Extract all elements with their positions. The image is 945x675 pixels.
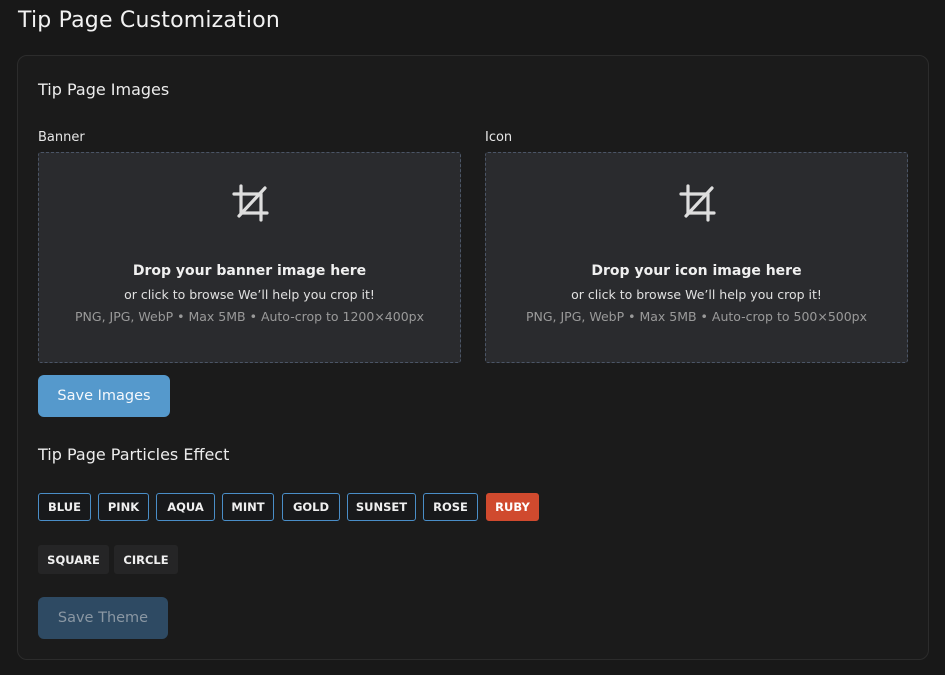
color-chip-mint[interactable]: MINT	[222, 493, 274, 521]
color-chip-aqua[interactable]: AQUA	[156, 493, 215, 521]
save-theme-button[interactable]: Save Theme	[38, 597, 168, 639]
color-chip-sunset[interactable]: SUNSET	[347, 493, 416, 521]
icon-drop-subtitle: or click to browse We’ll help you crop i…	[571, 287, 822, 302]
icon-dropzone[interactable]: Drop your icon image here or click to br…	[485, 152, 908, 363]
color-chip-gold[interactable]: GOLD	[282, 493, 340, 521]
icon-label: Icon	[485, 130, 513, 145]
banner-drop-hint: PNG, JPG, WebP • Max 5MB • Auto-crop to …	[75, 309, 424, 324]
banner-label: Banner	[38, 130, 85, 145]
banner-drop-subtitle: or click to browse We’ll help you crop i…	[124, 287, 375, 302]
images-section-title: Tip Page Images	[38, 80, 170, 99]
color-chip-pink[interactable]: PINK	[98, 493, 149, 521]
color-chip-ruby[interactable]: RUBY	[486, 493, 539, 521]
particles-section-title: Tip Page Particles Effect	[38, 445, 230, 464]
color-chip-blue[interactable]: BLUE	[38, 493, 91, 521]
banner-dropzone[interactable]: Drop your banner image here or click to …	[38, 152, 461, 363]
banner-drop-title: Drop your banner image here	[132, 263, 367, 279]
crop-icon	[231, 183, 269, 223]
save-images-button[interactable]: Save Images	[38, 375, 170, 417]
icon-drop-hint: PNG, JPG, WebP • Max 5MB • Auto-crop to …	[525, 309, 868, 324]
shape-chip-square[interactable]: SQUARE	[38, 545, 109, 574]
icon-drop-title: Drop your icon image here	[591, 263, 802, 279]
shape-chip-circle[interactable]: CIRCLE	[114, 545, 178, 574]
crop-icon	[678, 183, 716, 223]
page-title: Tip Page Customization	[18, 8, 281, 33]
color-chip-rose[interactable]: ROSE	[423, 493, 478, 521]
